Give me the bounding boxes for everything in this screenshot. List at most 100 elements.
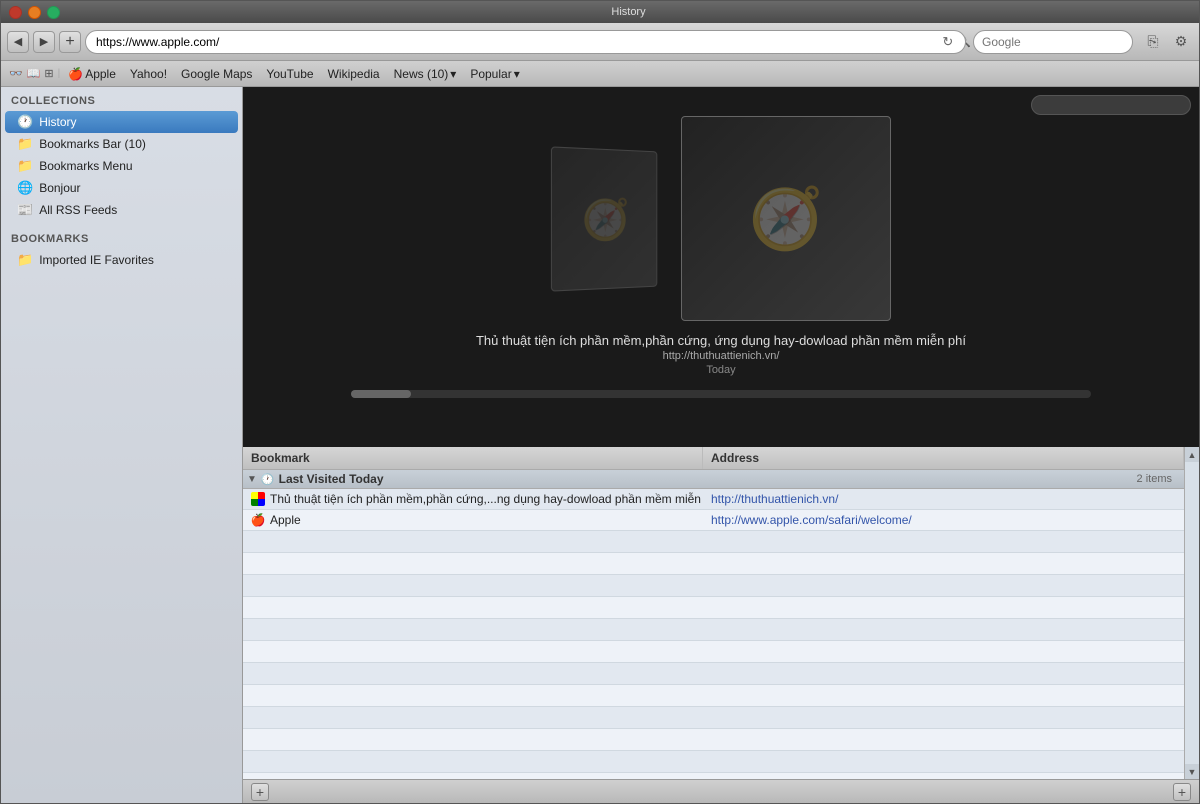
table-area: Bookmark Address ▼ 🕐 Last Visited Today … [243,447,1199,779]
bookmarks-icon: 👓 [9,67,23,80]
ie-favorites-icon: 📁 [17,252,33,268]
group-label-today: Last Visited Today [279,472,1137,486]
scroll-up-arrow[interactable]: ▲ [1185,447,1199,462]
preview-scrollbar[interactable] [351,390,1091,398]
rss-icon: 📰 [17,202,33,218]
preview-thumbnails: 🧭 🧭 [551,116,891,321]
table-row-empty [243,597,1184,619]
compass-icon-small: 🧭 [582,195,630,243]
table-row-empty [243,685,1184,707]
sidebar-item-rss[interactable]: 📰 All RSS Feeds [1,199,242,221]
maximize-button[interactable] [47,6,60,19]
group-row-today[interactable]: ▼ 🕐 Last Visited Today 2 items [243,470,1184,489]
grid-icon: ⊞ [44,67,53,80]
sidebar-label-bookmarks-menu: Bookmarks Menu [39,159,132,173]
content-pane: 🧭 🧭 Thủ thuật tiện ích phần mềm,phần cứn… [243,87,1199,803]
toolbar-right: ⎘ ⚙ [1141,30,1193,54]
preview-url: http://thuthuattienich.vn/ [476,350,966,362]
bookmarks-header: BOOKMARKS [1,225,242,249]
group-count-today: 2 items [1137,473,1172,485]
bookmarks-bar: 👓 📖 ⊞ | 🍎 Apple Yahoo! Google Maps YouTu… [1,61,1199,87]
sidebar-item-bookmarks-menu[interactable]: 📁 Bookmarks Menu [1,155,242,177]
cell-address-1[interactable]: http://thuthuattienich.vn/ [703,489,1184,509]
add-bookmark-button[interactable]: + [1173,783,1191,801]
reload-button[interactable]: ↻ [942,34,953,50]
sidebar-label-bonjour: Bonjour [39,181,80,195]
search-input[interactable] [973,30,1133,54]
sidebar-label-bookmarks-bar: Bookmarks Bar (10) [39,137,146,151]
bookmarks-bar-icon: 📁 [17,136,33,152]
sidebar-label-rss: All RSS Feeds [39,203,117,217]
sidebar-item-bookmarks-bar[interactable]: 📁 Bookmarks Bar (10) [1,133,242,155]
table-row-empty [243,751,1184,773]
bookmark-google-maps[interactable]: Google Maps [175,65,258,83]
table-row-empty [243,619,1184,641]
settings-button[interactable]: ⚙ [1169,30,1193,54]
window-title: History [66,6,1191,18]
thumbnail-main: 🧭 [681,116,891,321]
compass-icon-main: 🧭 [749,183,824,254]
favicon-thuthuattienich [251,492,265,506]
toolbar: ◀ ▶ + ↻ 🔍 ⎘ ⚙ [1,23,1199,61]
preview-info: Thủ thuật tiện ích phần mềm,phần cứng, ứ… [476,333,966,376]
preview-search-input[interactable] [1031,95,1191,115]
back-button[interactable]: ◀ [7,31,29,53]
forward-button[interactable]: ▶ [33,31,55,53]
close-button[interactable] [9,6,22,19]
cell-address-2[interactable]: http://www.apple.com/safari/welcome/ [703,510,1184,530]
favicon-apple: 🍎 [251,513,265,527]
address-bar[interactable] [85,30,966,54]
table-row-empty [243,641,1184,663]
search-container: 🔍 [957,30,1133,54]
bookmark-export-button[interactable]: ⎘ [1141,30,1165,54]
bonjour-icon: 🌐 [17,180,33,196]
table-row[interactable]: 🍎 Apple http://www.apple.com/safari/welc… [243,510,1184,531]
sidebar-label-history: History [39,115,76,129]
table-row-empty [243,553,1184,575]
preview-scrollbar-thumb [351,390,411,398]
scroll-track [1185,462,1199,764]
table-body: ▼ 🕐 Last Visited Today 2 items Thủ thuật… [243,470,1184,779]
bookmarks-menu-icon: 📁 [17,158,33,174]
preview-title: Thủ thuật tiện ích phần mềm,phần cứng, ứ… [476,333,966,348]
header-bookmark: Bookmark [243,447,703,469]
table-row-empty [243,575,1184,597]
table-row-empty [243,663,1184,685]
group-arrow-today: ▼ [247,474,257,485]
thumbnail-back: 🧭 [551,146,657,291]
sidebar-item-bonjour[interactable]: 🌐 Bonjour [1,177,242,199]
bookmark-popular[interactable]: Popular ▾ [464,65,525,83]
scroll-down-arrow[interactable]: ▼ [1185,764,1199,779]
separator-1: | [58,68,61,79]
sidebar-item-ie-favorites[interactable]: 📁 Imported IE Favorites [1,249,242,271]
group-clock-icon: 🕐 [261,473,275,486]
cell-bookmark-2: 🍎 Apple [243,510,703,530]
table-row-empty [243,531,1184,553]
sidebar-label-ie-favorites: Imported IE Favorites [39,253,154,267]
sidebar: COLLECTIONS 🕐 History 📁 Bookmarks Bar (1… [1,87,243,803]
title-bar: History [1,1,1199,23]
bookmark-youtube[interactable]: YouTube [260,65,319,83]
minimize-button[interactable] [28,6,41,19]
browser-window: History ◀ ▶ + ↻ 🔍 ⎘ ⚙ 👓 📖 ⊞ | 🍎 Apple Ya… [0,0,1200,804]
history-icon: 🕐 [17,114,33,130]
table-header: Bookmark Address [243,447,1184,470]
table-row[interactable]: Thủ thuật tiện ích phần mềm,phần cứng,..… [243,489,1184,510]
table-scrollbar[interactable]: ▲ ▼ [1184,447,1199,779]
table-row-empty [243,707,1184,729]
table-row-empty [243,729,1184,751]
header-address: Address [703,447,1184,469]
preview-area: 🧭 🧭 Thủ thuật tiện ích phần mềm,phần cứn… [243,87,1199,447]
sidebar-item-history[interactable]: 🕐 History [5,111,238,133]
new-tab-button[interactable]: + [59,31,81,53]
bookmark-apple[interactable]: 🍎 Apple [62,65,122,83]
bookmark-news[interactable]: News (10) ▾ [388,65,463,83]
bookmark-wikipedia[interactable]: Wikipedia [322,65,386,83]
bookmark-yahoo[interactable]: Yahoo! [124,65,173,83]
main-area: COLLECTIONS 🕐 History 📁 Bookmarks Bar (1… [1,87,1199,803]
bottom-bar: + + [243,779,1199,803]
preview-date: Today [476,364,966,376]
history-table: Bookmark Address ▼ 🕐 Last Visited Today … [243,447,1184,779]
collections-header: COLLECTIONS [1,87,242,111]
add-collection-button[interactable]: + [251,783,269,801]
